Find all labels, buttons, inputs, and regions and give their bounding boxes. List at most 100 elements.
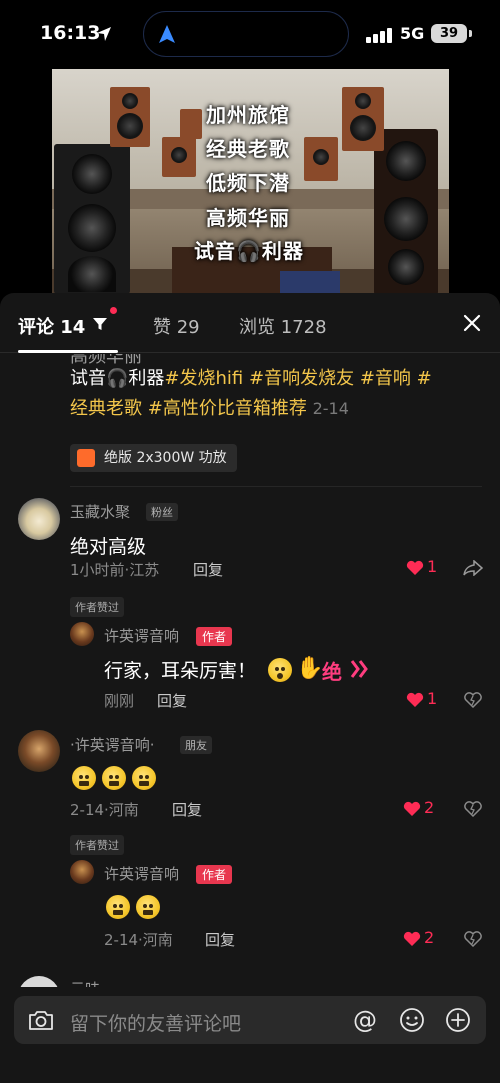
reply-meta: 2-14·河南 <box>104 931 173 949</box>
left-tower-speaker <box>54 144 130 294</box>
reply-meta: 刚刚 <box>104 692 135 710</box>
comments-sheet: 评论 14 赞 29 浏览 1728 高频华丽 试音🎧利器#发烧hifi #音响… <box>0 293 500 1083</box>
like-count: 2 <box>424 928 435 947</box>
heart-icon[interactable] <box>403 801 421 817</box>
reply-text: 行家，耳朵厉害！ <box>104 656 256 683</box>
video-cd-case <box>280 271 340 293</box>
jue-sticker: 绝 <box>322 660 342 684</box>
video-overlay-line-3: 低频下潜 <box>206 171 290 195</box>
author-tag: 作者 <box>196 627 233 646</box>
avatar[interactable] <box>70 622 94 646</box>
fan-tag: 粉丝 <box>146 503 178 521</box>
shop-product-chip[interactable]: 绝版 2x300W 功放 <box>70 444 237 472</box>
grimace-emoji-icon <box>132 766 156 790</box>
sparkle-sticker-icon <box>350 660 368 678</box>
comment-input[interactable]: 留下你的友善评论吧 @ <box>14 996 486 1044</box>
caption-divider <box>70 486 482 487</box>
author-liked-badge: 作者赞过 <box>70 835 124 855</box>
author-liked-badge: 作者赞过 <box>70 597 124 617</box>
author-tag: 作者 <box>196 865 233 884</box>
hashtag-1[interactable]: #发烧hifi <box>164 368 243 389</box>
battery-nub <box>469 30 472 37</box>
status-bar: 16:13 5G 39 <box>0 0 500 66</box>
dislike-icon[interactable] <box>464 801 482 817</box>
share-icon[interactable] <box>463 560 483 576</box>
grimace-emoji-icon <box>102 766 126 790</box>
tab-likes-count: 29 <box>176 317 200 338</box>
caption-date: 2-14 <box>312 399 349 418</box>
hashtag-5[interactable]: #高性价比音箱推荐 <box>148 398 307 419</box>
tab-comments-label: 评论 <box>18 317 54 338</box>
avatar[interactable] <box>18 498 60 540</box>
active-tab-underline <box>18 350 118 353</box>
camera-icon[interactable] <box>28 1008 54 1032</box>
comment-placeholder: 留下你的友善评论吧 <box>70 1013 242 1035</box>
tab-likes[interactable]: 赞 29 <box>153 313 200 339</box>
battery-icon: 39 <box>431 24 467 43</box>
filter-icon[interactable] <box>92 316 108 332</box>
mention-at-icon[interactable]: @ <box>353 1006 377 1034</box>
tab-likes-label: 赞 <box>153 317 171 338</box>
small-speaker-mid-left <box>180 109 202 139</box>
emoji-icon[interactable] <box>399 1007 425 1033</box>
right-bookshelf-speaker <box>342 87 384 151</box>
location-arrow-icon <box>97 27 111 41</box>
comment-meta: 2-14·河南 <box>70 801 139 819</box>
small-speaker-left <box>162 137 196 177</box>
video-caption: 试音🎧利器#发烧hifi #音响发烧友 #音响 #经典老歌 #高性价比音箱推荐 … <box>70 364 440 424</box>
shocked-emoji-icon <box>268 658 292 682</box>
close-icon[interactable] <box>462 313 482 333</box>
tab-comments-count: 14 <box>60 317 86 338</box>
tab-views-label: 浏览 <box>239 317 275 338</box>
hashtag-2[interactable]: #音响发烧友 <box>249 368 354 389</box>
heart-icon[interactable] <box>406 692 424 708</box>
dislike-icon[interactable] <box>464 931 482 947</box>
caption-prefix: 试音🎧利器 <box>70 368 165 389</box>
avatar[interactable] <box>70 860 94 884</box>
video-overlay-line-2: 经典老歌 <box>206 137 290 161</box>
comment-username[interactable]: 玉藏水聚 <box>70 501 130 522</box>
reply-button[interactable]: 回复 <box>205 929 235 950</box>
grimace-emoji-icon <box>72 766 96 790</box>
navigation-arrow-icon <box>159 25 175 43</box>
comment-username[interactable]: ·许英谔音响· <box>70 734 155 755</box>
status-time: 16:13 <box>40 22 101 44</box>
cellular-signal-icon <box>366 27 394 43</box>
reply-button[interactable]: 回复 <box>172 799 202 820</box>
like-count: 1 <box>427 689 438 708</box>
dislike-icon[interactable] <box>464 692 482 708</box>
comment-meta: 1小时前·江苏 <box>70 561 160 579</box>
reply-button[interactable]: 回复 <box>157 690 187 711</box>
comments-tab-bar: 评论 14 赞 29 浏览 1728 <box>0 293 500 353</box>
tab-comments[interactable]: 评论 14 <box>18 313 85 339</box>
clap-emoji-icon: ✋ <box>296 656 324 681</box>
grimace-emoji-icon <box>106 895 130 919</box>
video-overlay-line-5: 试音🎧利器 <box>194 239 304 263</box>
avatar[interactable] <box>18 730 60 772</box>
network-type: 5G <box>400 24 425 43</box>
heart-icon[interactable] <box>406 560 424 576</box>
tab-views[interactable]: 浏览 1728 <box>239 313 327 339</box>
video-preview[interactable]: 加州旅馆 经典老歌 低频下潜 高频华丽 试音🎧利器 <box>52 69 449 296</box>
video-overlay-line-1: 加州旅馆 <box>206 103 290 127</box>
reply-text-content: 行家，耳朵厉害！ <box>104 660 257 682</box>
hashtag-3[interactable]: #音响 <box>360 368 411 389</box>
reply-button[interactable]: 回复 <box>193 559 223 580</box>
reply-username[interactable]: 许英谔音响 <box>104 625 179 646</box>
cart-icon <box>77 449 95 467</box>
comment-text: 绝对高级 <box>70 536 147 558</box>
video-overlay-line-4: 高频华丽 <box>206 206 290 230</box>
comments-list[interactable]: 高频华丽 试音🎧利器#发烧hifi #音响发烧友 #音响 #经典老歌 #高性价比… <box>0 354 500 994</box>
plus-icon[interactable] <box>445 1007 471 1033</box>
filter-notification-dot <box>110 307 117 314</box>
right-tower-speaker <box>374 129 438 295</box>
dynamic-island[interactable] <box>143 11 349 57</box>
reply-username[interactable]: 许英谔音响 <box>104 863 179 884</box>
left-bookshelf-speaker <box>110 87 150 147</box>
friend-tag: 朋友 <box>180 736 212 754</box>
shop-chip-label: 绝版 2x300W 功放 <box>104 450 227 466</box>
like-count: 1 <box>427 557 438 576</box>
heart-icon[interactable] <box>403 931 421 947</box>
grimace-emoji-icon <box>136 895 160 919</box>
comment-input-bar: 留下你的友善评论吧 @ <box>0 987 500 1083</box>
